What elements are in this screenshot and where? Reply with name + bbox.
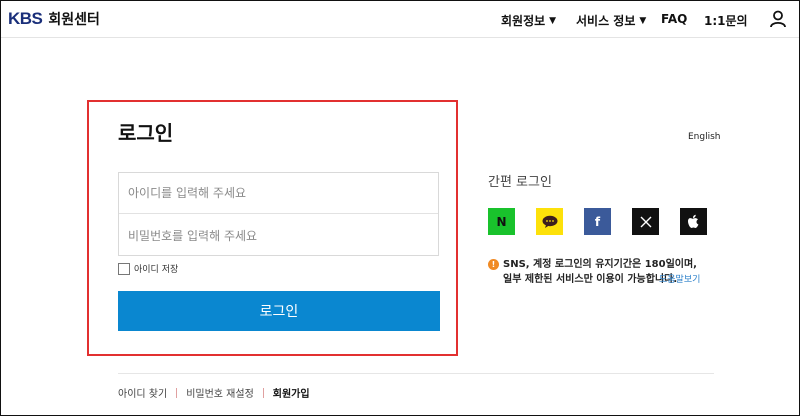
- nav-faq-label: FAQ: [661, 12, 688, 26]
- nav-service-info-label: 서비스 정보: [576, 14, 636, 28]
- facebook-icon: f: [594, 214, 601, 229]
- naver-login-button[interactable]: N: [488, 208, 515, 235]
- info-icon: !: [488, 259, 499, 270]
- login-button[interactable]: 로그인: [118, 291, 440, 331]
- nav-member-info-label: 회원정보: [501, 14, 546, 28]
- help-link[interactable]: 도움말보기: [659, 272, 700, 285]
- remember-id[interactable]: 아이디 저장: [118, 262, 178, 275]
- find-id-link[interactable]: 아이디 찾기: [118, 385, 167, 400]
- remember-id-checkbox[interactable]: [118, 262, 130, 275]
- nav-service-info[interactable]: 서비스 정보 ▼: [576, 12, 646, 29]
- signup-link[interactable]: 회원가입: [273, 385, 310, 400]
- nav-inquiry-label: 1:1문의: [704, 14, 748, 28]
- caret-down-icon: ▼: [549, 15, 557, 26]
- footer-divider: [118, 373, 714, 374]
- reset-password-link[interactable]: 비밀번호 재설정: [186, 385, 254, 400]
- english-link[interactable]: English: [688, 132, 721, 142]
- login-title: 로그인: [118, 121, 174, 145]
- apple-login-button[interactable]: [680, 208, 707, 235]
- user-id-input[interactable]: [119, 173, 438, 214]
- kakao-icon: [542, 215, 557, 228]
- logo[interactable]: KBS 회원센터: [8, 8, 100, 30]
- site-title: 회원센터: [48, 12, 100, 28]
- caret-down-icon: ▼: [639, 15, 647, 26]
- kbs-logo: KBS: [8, 9, 43, 28]
- credential-fields: [118, 172, 439, 256]
- kakao-login-button[interactable]: [536, 208, 563, 235]
- x-icon: [640, 216, 651, 227]
- link-separator: [176, 387, 178, 398]
- header: KBS 회원센터 회원정보 ▼ 서비스 정보 ▼ FAQ 1:1문의: [1, 1, 799, 38]
- apple-icon: [688, 214, 699, 228]
- simple-login-title: 간편 로그인: [488, 175, 552, 190]
- nav-faq[interactable]: FAQ: [661, 12, 687, 26]
- link-separator: [262, 387, 264, 398]
- nav-member-info[interactable]: 회원정보 ▼: [501, 12, 556, 29]
- naver-icon: N: [496, 214, 507, 229]
- facebook-login-button[interactable]: f: [584, 208, 611, 235]
- x-login-button[interactable]: [632, 208, 659, 235]
- nav-inquiry[interactable]: 1:1문의: [704, 12, 748, 29]
- password-input[interactable]: [119, 215, 438, 256]
- remember-id-label: 아이디 저장: [134, 265, 179, 275]
- account-links: 아이디 찾기 비밀번호 재설정 회원가입: [118, 385, 310, 400]
- user-icon[interactable]: [769, 10, 787, 28]
